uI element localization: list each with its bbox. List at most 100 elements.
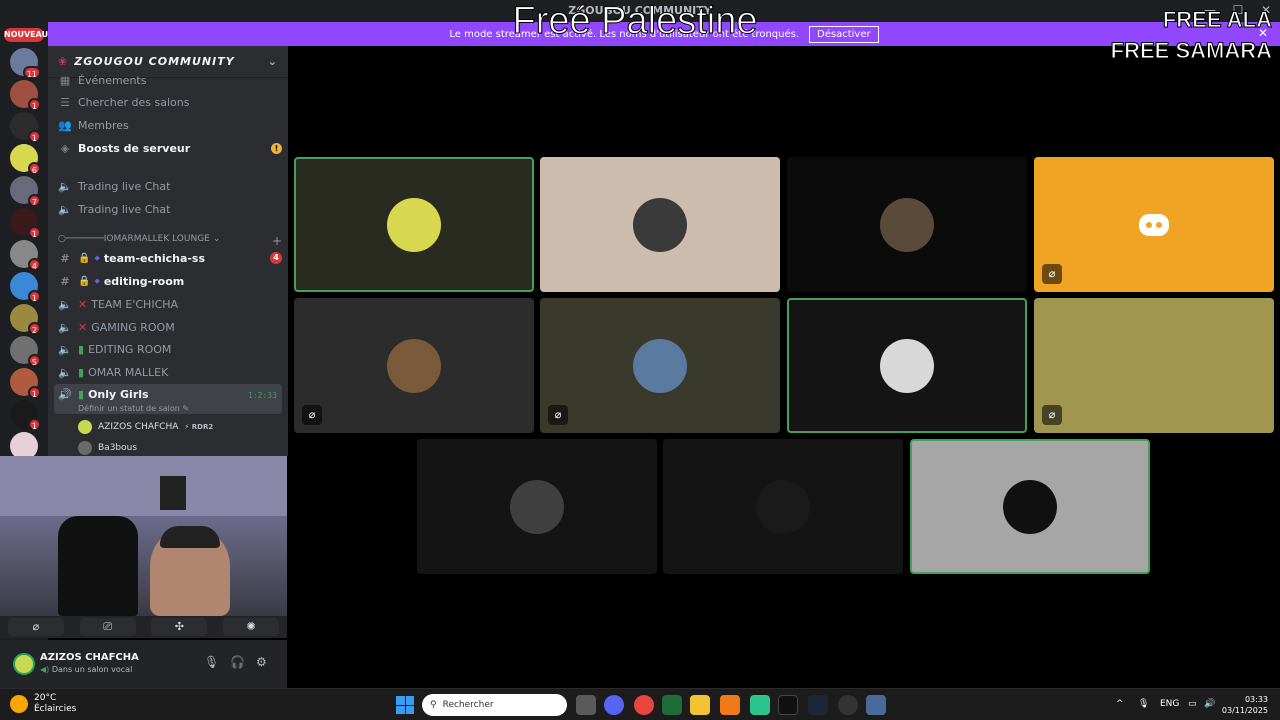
trading-app-icon[interactable] (662, 695, 682, 715)
chevron-down-icon: ⌄ (212, 234, 221, 244)
sidebar-item-events[interactable]: ▦ Événements (56, 70, 282, 90)
cross-icon: ✕ (78, 320, 88, 334)
sidebar-item-boosts[interactable]: ◈ Boosts de serveur ! (56, 137, 282, 159)
set-channel-status[interactable]: Définir un statut de salon ✎ (78, 404, 189, 413)
server-badge: 1 (27, 130, 41, 143)
channel-editing-room[interactable]: # 🔒 ◆ editing-room (56, 270, 282, 292)
channel-trading-1[interactable]: 🔈 Trading live Chat (56, 175, 282, 197)
server-badge: 1 (27, 386, 41, 399)
mic-tray-icon[interactable]: 🎙 (1138, 699, 1149, 709)
network-icon[interactable]: ▭ (1188, 699, 1197, 709)
video-tile[interactable]: ⌀ (540, 298, 780, 433)
lock-icon: 🔒 (78, 275, 91, 287)
category-header[interactable]: ○───────IOMARMALLEK LOUNGE ⌄ + (58, 234, 282, 248)
webcam-wall (0, 456, 287, 516)
channel-label: Trading live Chat (78, 202, 171, 216)
channel-trading-2[interactable]: 🔈 Trading live Chat (56, 198, 282, 220)
video-tile[interactable]: ⌀ (1034, 157, 1274, 292)
microphone-icon[interactable]: 🎙 (204, 655, 219, 669)
activities-icon[interactable]: ✣ (151, 618, 208, 636)
headphones-icon[interactable]: 🎧 (230, 655, 245, 669)
clock[interactable]: 03:33 03/11/2025 (1222, 694, 1268, 716)
activity-tag: ⚡ RDR2 (184, 423, 214, 431)
video-tile[interactable] (787, 157, 1027, 292)
language-indicator[interactable]: ENG (1160, 699, 1179, 709)
muted-icon: ⌀ (302, 405, 322, 425)
marker-icon: ▮ (78, 342, 85, 356)
voice-channel-team-echicha[interactable]: 🔈 ✕ TEAM E'CHICHA (56, 293, 282, 315)
server-badge: 11 (22, 66, 41, 79)
server-icon[interactable]: 2 (10, 304, 41, 335)
weather-widget[interactable]: 20°C Éclaircies (10, 693, 76, 715)
avatar (880, 197, 934, 252)
overlay-right-text: FREE ALA FREE SAMARA (1110, 4, 1272, 66)
cross-icon: ✕ (78, 297, 88, 311)
server-icon[interactable]: 11 (10, 48, 41, 79)
server-icon[interactable]: 5 (10, 336, 41, 367)
sidebar-item-label: Boosts de serveur (78, 141, 191, 155)
speaker-icon: 🔈 (58, 342, 72, 356)
server-icon[interactable]: 7 (10, 176, 41, 207)
clock-date: 03/11/2025 (1221, 706, 1268, 715)
task-view-icon[interactable] (576, 695, 596, 715)
chrome-app-icon[interactable] (634, 695, 654, 715)
voice-channel-editing-room[interactable]: 🔈 ▮ EDITING ROOM (56, 338, 282, 360)
tray-expand-icon[interactable]: ^ (1116, 699, 1124, 709)
server-icon[interactable]: 4 (10, 240, 41, 271)
speaker-icon: 🔈 (58, 320, 72, 334)
user-panel: AZIZOS CHAFCHA ◀) Dans un salon vocal 🎙 … (0, 640, 287, 688)
chevron-down-icon[interactable]: ⌄ (268, 55, 278, 68)
video-tile[interactable]: ⌀ (1034, 298, 1274, 433)
voice-channel-gaming-room[interactable]: 🔈 ✕ GAMING ROOM (56, 316, 282, 338)
server-icon[interactable]: 6 (10, 144, 41, 175)
hash-icon: # (60, 251, 70, 265)
volume-icon[interactable]: 🔊 (1204, 699, 1215, 709)
sidebar-item-members[interactable]: 👥 Membres (56, 114, 282, 136)
server-icon[interactable]: 1 (10, 112, 41, 143)
capcut-icon[interactable] (778, 695, 798, 715)
obs-icon[interactable] (838, 695, 858, 715)
video-tile[interactable] (787, 298, 1027, 433)
server-badge: 4 (27, 258, 41, 271)
screen-share-icon[interactable]: ⎚ (79, 618, 136, 636)
channel-label: TEAM E'CHICHA (91, 297, 179, 311)
taskbar-search[interactable]: ⚲ Rechercher (422, 694, 567, 716)
channel-team-echicha-ss[interactable]: # 🔒 ◆ team-echicha-ss 4 (56, 247, 282, 269)
voice-user[interactable]: Ba3bous (78, 439, 137, 456)
sidebar-item-label: Membres (78, 118, 129, 132)
server-icon[interactable]: 1 (10, 272, 41, 303)
video-tile[interactable]: ⌀ (294, 298, 534, 433)
settings-app-icon[interactable] (866, 695, 886, 715)
voice-channel-omar-mallek[interactable]: 🔈 ▮ OMAR MALLEK (56, 361, 282, 383)
avatar (756, 479, 810, 534)
camera-off-icon[interactable]: ⌀ (7, 618, 64, 636)
video-tile[interactable] (663, 439, 903, 574)
video-tile[interactable] (294, 157, 534, 292)
disable-streamer-button[interactable]: Désactiver (809, 25, 879, 43)
voice-user[interactable]: AZIZOS CHAFCHA ⚡ RDR2 (78, 418, 213, 436)
windows-start-icon[interactable] (396, 696, 414, 714)
settings-gear-icon[interactable]: ⚙ (256, 655, 267, 669)
webcam-overlay (0, 456, 287, 616)
server-icon[interactable]: 1 (10, 80, 41, 111)
server-icon[interactable]: 1 (10, 208, 41, 239)
clock-time: 03:33 (1244, 695, 1268, 704)
server-icon[interactable]: 1 (10, 368, 41, 399)
app-icon[interactable] (750, 695, 770, 715)
sidebar-item-browse[interactable]: ☰ Chercher des salons (56, 91, 282, 113)
add-channel-icon[interactable]: + (272, 234, 282, 248)
muted-icon: ⌀ (1042, 405, 1062, 425)
video-tile[interactable] (417, 439, 657, 574)
soundboard-icon[interactable]: ✺ (223, 618, 280, 636)
steam-icon[interactable] (808, 695, 828, 715)
channel-label: editing-room (103, 274, 185, 288)
avatar[interactable] (13, 653, 35, 675)
app-icon[interactable] (720, 695, 740, 715)
server-icon[interactable]: 1 (10, 400, 41, 431)
discord-app-icon[interactable] (604, 695, 624, 715)
file-explorer-icon[interactable] (690, 695, 710, 715)
video-tile[interactable] (540, 157, 780, 292)
video-tile[interactable] (910, 439, 1150, 574)
server-badge: 1 (27, 290, 41, 303)
speaker-icon: 🔈 (58, 297, 72, 311)
